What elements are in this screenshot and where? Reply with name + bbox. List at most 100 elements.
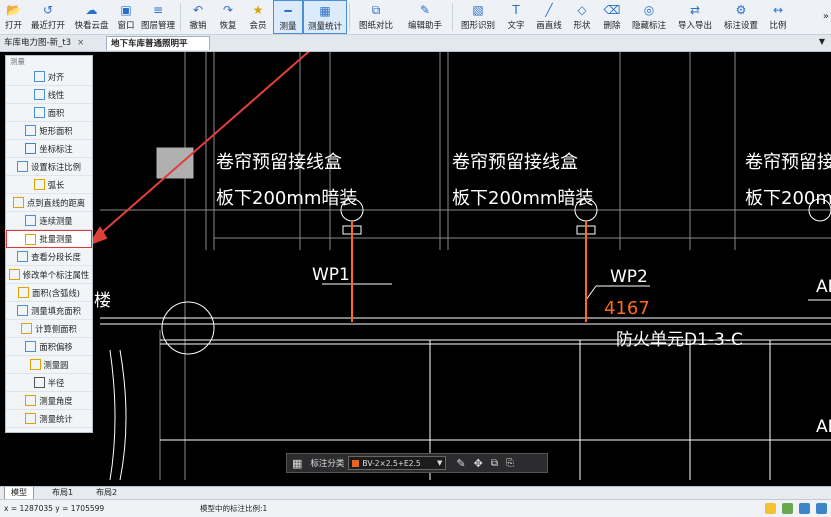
edit-assistant-icon: ✎ bbox=[419, 3, 431, 17]
main-toolbar: 📂 打开 ↺ 最近打开 ☁ 快看云盘 ▣ 窗口 ≡ 图层管理 ↶ 撤销 ↷ 恢复 ★ 会员 ━ 测量 ▦ 测量统计 ⧉ 图… bbox=[0, 0, 831, 35]
toolbar-button-measure-stats[interactable]: ▦ 测量统计 bbox=[303, 0, 347, 34]
compare-icon: ⧉ bbox=[371, 2, 381, 17]
measure-tool-item[interactable]: 面积 bbox=[6, 104, 92, 122]
toolbar-more-icon[interactable]: » bbox=[823, 11, 829, 22]
measure-tool-item[interactable]: 查看分段长度 bbox=[6, 248, 92, 266]
measure-tool-icon bbox=[33, 89, 45, 100]
measure-tool-item[interactable]: 面积(含弧线) bbox=[6, 284, 92, 302]
ruler-icon: ━ bbox=[284, 4, 292, 18]
toolbar-button-ruler[interactable]: ━ 测量 bbox=[273, 0, 303, 34]
layout-tab-bar: 模型 布局1 布局2 bbox=[0, 486, 831, 500]
vip-icon: ★ bbox=[252, 3, 264, 17]
measure-tool-item[interactable]: 线性 bbox=[6, 86, 92, 104]
toolbar-button-scale[interactable]: ↔ 比例 bbox=[763, 0, 793, 34]
tab-layout2[interactable]: 布局2 bbox=[90, 487, 123, 499]
measure-tool-icon bbox=[25, 143, 37, 154]
measure-tool-icon bbox=[33, 179, 45, 190]
paste-icon[interactable]: ⎘ bbox=[506, 458, 514, 469]
measure-tool-label: 对齐 bbox=[47, 71, 65, 82]
measure-tool-icon bbox=[25, 413, 37, 424]
move-icon[interactable]: ✥ bbox=[474, 457, 483, 470]
line-icon: ╱ bbox=[545, 3, 553, 17]
toolbar-button-annotation-settings[interactable]: ⚙ 标注设置 bbox=[719, 0, 763, 34]
ortho-icon[interactable] bbox=[799, 503, 810, 514]
toolbar-button-eraser[interactable]: ⌫ 删除 bbox=[597, 0, 627, 34]
toolbar-button-compare[interactable]: ⧉ 图纸对比 bbox=[352, 0, 400, 34]
measure-tool-item[interactable]: 对齐 bbox=[6, 68, 92, 86]
edit-icon[interactable]: ✎ bbox=[456, 457, 465, 470]
measure-tool-item[interactable]: 修改单个标注属性 bbox=[6, 266, 92, 284]
toolbar-button-label: 快看云盘 bbox=[74, 21, 109, 31]
redo-icon: ↷ bbox=[222, 3, 234, 17]
measure-tool-item[interactable]: 半径 bbox=[6, 374, 92, 392]
annotation-category-select[interactable]: BV-2×2.5+E2.5 ▼ bbox=[348, 456, 447, 470]
measure-tool-item[interactable]: 点到直线的距离 bbox=[6, 194, 92, 212]
measure-tool-label: 半径 bbox=[47, 377, 65, 388]
cloud-icon: ☁ bbox=[85, 3, 98, 17]
toolbar-button-label: 图纸对比 bbox=[358, 21, 393, 31]
circuit-label: WP2 bbox=[610, 267, 648, 287]
measure-tool-label: 设置标注比例 bbox=[31, 161, 81, 172]
toolbar-button-undo[interactable]: ↶ 撤销 bbox=[183, 0, 213, 34]
drawing-note: 板下200mm暗装 bbox=[745, 188, 831, 209]
toolbar-button-label: 形状 bbox=[573, 21, 591, 31]
snap-icon[interactable] bbox=[765, 503, 776, 514]
circuit-label: WP1 bbox=[312, 265, 350, 285]
drawing-note: 板下200mm暗装 bbox=[216, 188, 357, 209]
measure-tool-item[interactable]: 面积偏移 bbox=[6, 338, 92, 356]
measure-tool-item[interactable]: 设置标注比例 bbox=[6, 158, 92, 176]
copy-icon[interactable]: ⧉ bbox=[491, 458, 498, 469]
undo-icon: ↶ bbox=[192, 3, 204, 17]
measure-tool-label: 测量统计 bbox=[39, 413, 73, 424]
drawing-canvas[interactable]: 卷帘预留接线盒 板下200mm暗装 卷帘预留接线盒 板下200mm暗装 卷帘预留… bbox=[0, 52, 831, 486]
toolbar-button-shape-recognize[interactable]: ▧ 图形识别 bbox=[455, 0, 501, 34]
toolbar-button-shape[interactable]: ◇ 形状 bbox=[567, 0, 597, 34]
measure-tool-item[interactable]: 矩形面积 bbox=[6, 122, 92, 140]
tab-dropdown-icon[interactable]: ▼ bbox=[819, 37, 825, 46]
toolbar-button-line[interactable]: ╱ 画直线 bbox=[531, 0, 567, 34]
toolbar-button-hide-annotation[interactable]: ◎ 隐藏标注 bbox=[627, 0, 671, 34]
measure-tool-item[interactable]: 计算侧面积 bbox=[6, 320, 92, 338]
toolbar-button-label: 画直线 bbox=[536, 21, 562, 31]
window-icon: ▣ bbox=[120, 3, 132, 17]
tab-layout1[interactable]: 布局1 bbox=[46, 487, 79, 499]
toolbar-button-import-export[interactable]: ⇄ 导入导出 bbox=[671, 0, 719, 34]
toolbar-button-history[interactable]: ↺ 最近打开 bbox=[27, 0, 69, 34]
close-icon[interactable]: × bbox=[77, 38, 84, 48]
measure-tool-icon bbox=[17, 161, 29, 172]
measure-tool-label: 测量角度 bbox=[39, 395, 73, 406]
measure-tool-item[interactable]: 弧长 bbox=[6, 176, 92, 194]
toolbar-button-text[interactable]: T 文字 bbox=[501, 0, 531, 34]
drawing-note: 卷帘预留接线盒 bbox=[745, 152, 831, 173]
toolbar-button-window[interactable]: ▣ 窗口 bbox=[114, 0, 138, 34]
measure-tool-label: 点到直线的距离 bbox=[26, 197, 86, 208]
measure-tool-item[interactable]: 连续测量 bbox=[6, 212, 92, 230]
toolbar-separator bbox=[180, 3, 181, 31]
fullscreen-icon[interactable] bbox=[816, 503, 827, 514]
measure-tool-icon bbox=[12, 197, 24, 208]
measure-tool-item[interactable]: 测量角度 bbox=[6, 392, 92, 410]
measure-tool-label: 计算侧面积 bbox=[35, 323, 77, 334]
drawing-note: 楼 bbox=[94, 291, 111, 311]
toolbar-button-edit-assistant[interactable]: ✎ 编辑助手 bbox=[400, 0, 450, 34]
status-icons bbox=[765, 503, 827, 514]
history-icon: ↺ bbox=[42, 3, 54, 17]
grid-icon[interactable]: ▦ bbox=[292, 457, 302, 470]
measure-tool-item[interactable]: 测量圆 bbox=[6, 356, 92, 374]
toolbar-button-cloud[interactable]: ☁ 快看云盘 bbox=[69, 0, 114, 34]
toolbar-button-layers[interactable]: ≡ 图层管理 bbox=[138, 0, 178, 34]
measure-tool-item[interactable]: 测量填充面积 bbox=[6, 302, 92, 320]
toolbar-button-folder-open[interactable]: 📂 打开 bbox=[0, 0, 27, 34]
grid-snap-icon[interactable] bbox=[782, 503, 793, 514]
toolbar-button-redo[interactable]: ↷ 恢复 bbox=[213, 0, 243, 34]
tab-electrical-drawing[interactable]: 车库电力图-新_t3 × bbox=[0, 36, 104, 50]
measure-tool-item[interactable]: 坐标标注 bbox=[6, 140, 92, 158]
measure-tool-item[interactable]: 批量测量 bbox=[6, 230, 92, 248]
measure-tool-icon bbox=[25, 125, 37, 136]
measure-tool-icon bbox=[25, 215, 37, 226]
toolbar-button-vip[interactable]: ★ 会员 bbox=[243, 0, 273, 34]
measure-tool-item[interactable]: 测量统计 bbox=[6, 410, 92, 428]
toolbar-button-label: 打开 bbox=[4, 21, 22, 31]
tab-lighting-plan[interactable]: 地下车库普通照明平···× bbox=[106, 36, 210, 63]
text-icon: T bbox=[512, 3, 520, 17]
